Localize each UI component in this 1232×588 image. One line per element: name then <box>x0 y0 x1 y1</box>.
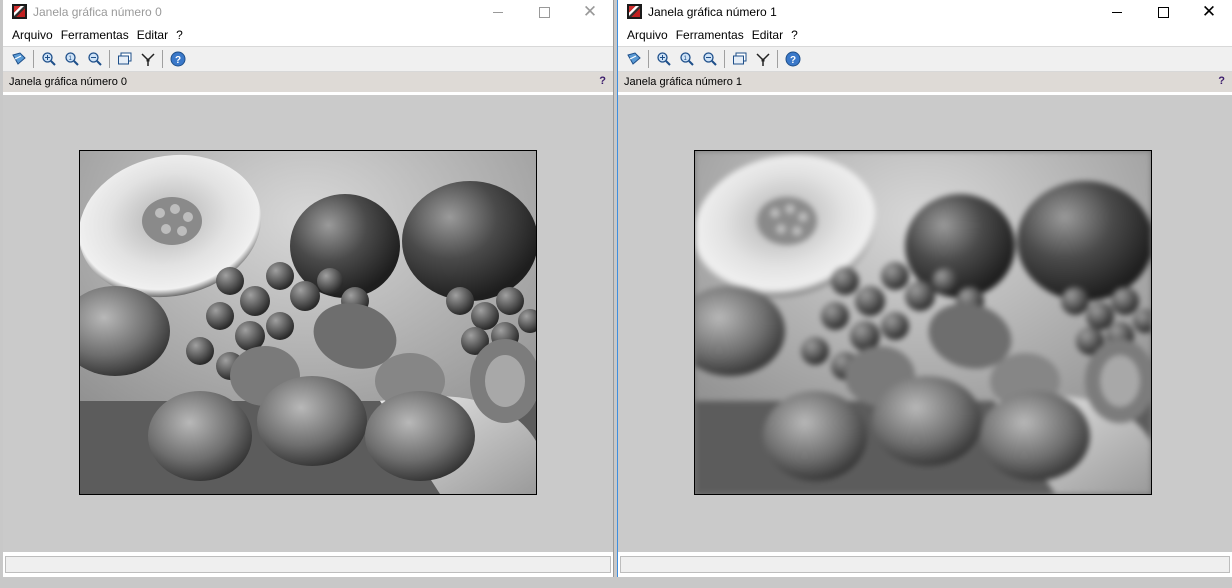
info-help-link[interactable]: ? <box>1218 75 1225 87</box>
graphics-window-0[interactable]: Janela gráfica número 0 ✕ Arquivo Ferram… <box>3 0 614 577</box>
zoom-button[interactable] <box>654 50 673 69</box>
new-window-button[interactable] <box>730 50 749 69</box>
graphics-canvas[interactable] <box>3 95 613 552</box>
maximize-button[interactable] <box>521 0 567 24</box>
info-label: Janela gráfica número 0 <box>9 76 128 88</box>
new-window-icon <box>117 52 131 65</box>
datatips-button[interactable] <box>753 50 772 69</box>
info-help-link[interactable]: ? <box>599 75 606 87</box>
zoom-icon <box>41 52 56 66</box>
toolbar: 1 ? <box>618 46 1232 72</box>
rotate-3d-icon <box>626 52 641 65</box>
info-bar: Janela gráfica número 1 ? <box>618 72 1232 92</box>
menu-arquivo[interactable]: Arquivo <box>8 28 57 42</box>
svg-text:?: ? <box>175 55 181 66</box>
menu-arquivo[interactable]: Arquivo <box>623 28 672 42</box>
zoom-in-icon: 1 <box>64 52 79 66</box>
zoom-out-icon <box>87 52 102 66</box>
datatips-icon <box>755 53 770 66</box>
new-window-button[interactable] <box>115 50 134 69</box>
rotate-3d-button[interactable] <box>624 50 643 69</box>
close-icon: ✕ <box>582 1 598 22</box>
minimize-icon <box>493 11 503 13</box>
help-button[interactable]: ? <box>783 50 802 69</box>
toolbar-separator <box>777 50 778 68</box>
zoom-out-button[interactable] <box>700 50 719 69</box>
close-icon: ✕ <box>1201 1 1217 22</box>
datatips-icon <box>140 53 155 66</box>
title-bar[interactable]: Janela gráfica número 1 ✕ <box>618 0 1232 24</box>
menu-help[interactable]: ? <box>787 28 802 42</box>
rotate-3d-icon <box>11 52 26 65</box>
minimize-button[interactable] <box>1094 0 1140 24</box>
info-label: Janela gráfica número 1 <box>624 76 743 88</box>
close-button[interactable]: ✕ <box>567 0 613 24</box>
image-frame <box>79 150 537 495</box>
zoom-in-button[interactable]: 1 <box>677 50 696 69</box>
toolbar-separator <box>648 50 649 68</box>
menu-ferramentas[interactable]: Ferramentas <box>672 28 748 42</box>
menu-bar: Arquivo Ferramentas Editar ? <box>618 24 1232 46</box>
status-bar <box>620 556 1230 573</box>
zoom-in-icon: 1 <box>679 52 694 66</box>
zoom-button[interactable] <box>39 50 58 69</box>
rotate-3d-button[interactable] <box>9 50 28 69</box>
toolbar-separator <box>109 50 110 68</box>
app-icon <box>12 4 27 19</box>
maximize-button[interactable] <box>1140 0 1186 24</box>
zoom-out-icon <box>702 52 717 66</box>
minimize-icon <box>1112 11 1122 13</box>
zoom-out-button[interactable] <box>85 50 104 69</box>
window-title: Janela gráfica número 1 <box>648 5 777 19</box>
minimize-button[interactable] <box>475 0 521 24</box>
menu-help[interactable]: ? <box>172 28 187 42</box>
toolbar: 1 ? <box>3 46 613 72</box>
info-bar: Janela gráfica número 0 ? <box>3 72 613 92</box>
close-button[interactable]: ✕ <box>1186 0 1232 24</box>
help-button[interactable]: ? <box>168 50 187 69</box>
title-bar[interactable]: Janela gráfica número 0 ✕ <box>3 0 613 24</box>
menu-ferramentas[interactable]: Ferramentas <box>57 28 133 42</box>
zoom-icon <box>656 52 671 66</box>
image-frame <box>694 150 1152 495</box>
fruit-photo <box>80 151 536 494</box>
menu-editar[interactable]: Editar <box>133 28 172 42</box>
window-title: Janela gráfica número 0 <box>33 5 162 19</box>
help-icon: ? <box>785 51 800 67</box>
menu-editar[interactable]: Editar <box>748 28 787 42</box>
fruit-photo <box>695 151 1151 494</box>
new-window-icon <box>732 52 746 65</box>
app-icon <box>627 4 642 19</box>
maximize-icon <box>538 6 550 18</box>
toolbar-separator <box>33 50 34 68</box>
toolbar-separator <box>162 50 163 68</box>
graphics-canvas[interactable] <box>618 95 1232 552</box>
svg-text:?: ? <box>790 55 796 66</box>
maximize-icon <box>1157 6 1169 18</box>
toolbar-separator <box>724 50 725 68</box>
datatips-button[interactable] <box>138 50 157 69</box>
status-bar <box>5 556 611 573</box>
zoom-in-button[interactable]: 1 <box>62 50 81 69</box>
graphics-window-1[interactable]: Janela gráfica número 1 ✕ Arquivo Ferram… <box>617 0 1232 577</box>
menu-bar: Arquivo Ferramentas Editar ? <box>3 24 613 46</box>
help-icon: ? <box>170 51 185 67</box>
